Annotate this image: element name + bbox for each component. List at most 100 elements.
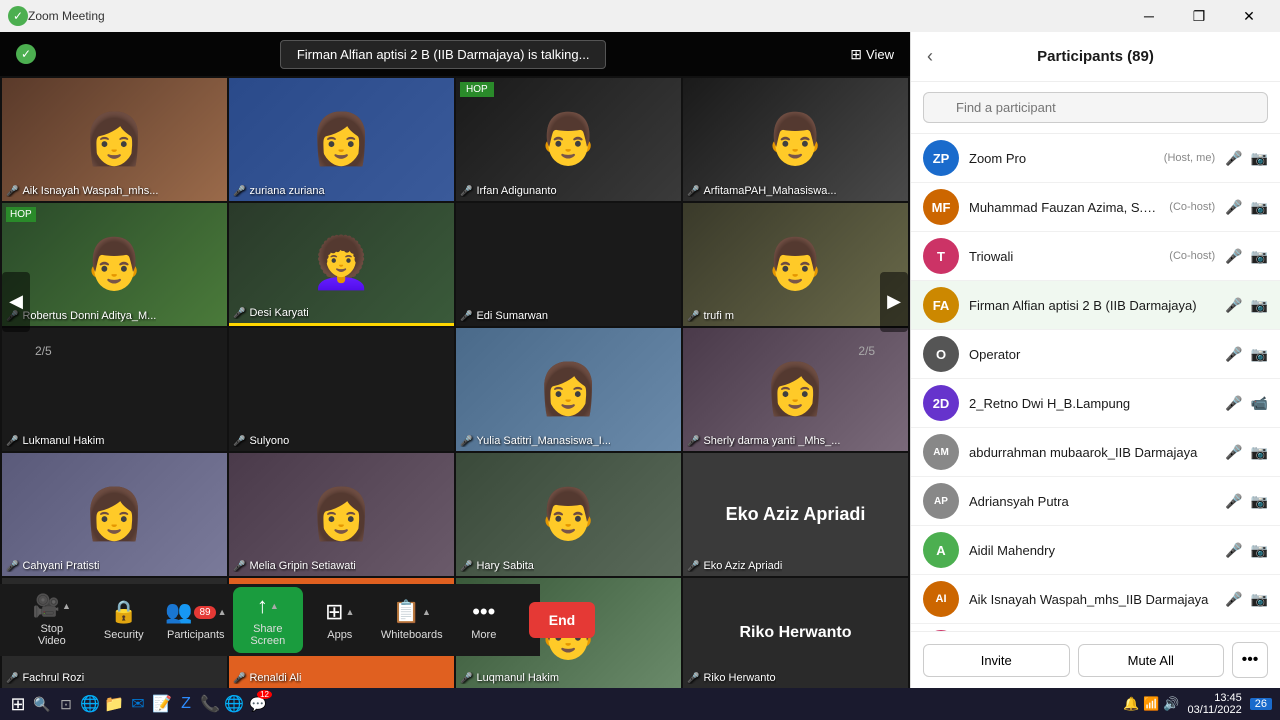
participant-name: Triowali xyxy=(969,249,1159,264)
chrome-icon[interactable]: 🌐 xyxy=(224,694,244,714)
stop-video-button[interactable]: 🎥 ▲ Stop Video xyxy=(17,587,87,653)
taskbar-right: 🔔 📶 🔊 13:45 03/11/2022 26 xyxy=(1123,692,1272,716)
zoom-icon: ✓ xyxy=(8,6,28,26)
video-cell-yulia: 👩 🎤Yulia Satitri_Manasiswa_I... xyxy=(456,328,681,451)
minimize-button[interactable]: ─ xyxy=(1126,0,1172,32)
mic-muted-icon: 🎤 xyxy=(1225,150,1242,167)
video-cell-riko: Riko Herwanto 🎤Riko Herwanto xyxy=(683,578,908,688)
mute-icon: 🎤 xyxy=(233,436,245,447)
notes-icon[interactable]: 📝 xyxy=(152,694,172,714)
taskbar-clock: 13:45 03/11/2022 xyxy=(1188,692,1242,716)
mute-all-button[interactable]: Mute All xyxy=(1078,644,1225,677)
window-controls: ─ ❐ ✕ xyxy=(1126,0,1272,32)
list-item: O Operator 🎤 📷 xyxy=(911,330,1280,379)
share-caret: ▲ xyxy=(270,601,279,611)
more-options-button[interactable]: ••• xyxy=(1232,642,1268,678)
camera-icon: 🎥 xyxy=(33,593,60,619)
taskbar: ⊞ 🔍 ⊡ 🌐 📁 ✉ 📝 Z 📞 🌐 💬12 🔔 📶 🔊 13:45 03/1… xyxy=(0,688,1280,720)
avatar: AM xyxy=(923,434,959,470)
mute-icon: 🎤 xyxy=(460,186,472,197)
prev-page-button[interactable]: ◀ xyxy=(2,272,30,332)
search-input[interactable] xyxy=(923,92,1268,123)
mute-icon: 🎤 xyxy=(460,673,472,684)
mic-muted-icon: 🎤 xyxy=(1225,542,1242,559)
talking-indicator: Firman Alfian aptisi 2 B (IIB Darmajaya)… xyxy=(280,40,607,69)
mic-icon: 🎤 xyxy=(1225,297,1242,314)
volume-icon: 🔊 xyxy=(1163,696,1179,712)
phone-icon[interactable]: 📞 xyxy=(200,694,220,714)
avatar: FA xyxy=(923,287,959,323)
participant-name: abdurrahman mubaarok_IIB Darmajaya xyxy=(969,445,1215,460)
video-grid: 👩 🎤Aik Isnayah Waspah_mhs... 👩 🎤zuriana … xyxy=(0,76,910,578)
edge-icon[interactable]: 🌐 xyxy=(80,694,100,714)
system-tray: 🔔 📶 🔊 xyxy=(1123,696,1180,712)
camera-icon: 📷 xyxy=(1251,346,1268,363)
avatar: 2D xyxy=(923,385,959,421)
participants-button[interactable]: 👥 89 ▲ Participants xyxy=(161,593,231,647)
video-cell-hary: 👨 🎤Hary Sabita xyxy=(456,453,681,576)
view-button[interactable]: ⊞ View xyxy=(850,46,894,63)
video-caret: ▲ xyxy=(62,601,71,611)
mic-icon: 🎤 xyxy=(1225,199,1242,216)
list-item: MF Muhammad Fauzan Azima, S.Ko... (Co-ho… xyxy=(911,183,1280,232)
zoom-taskbar-icon[interactable]: Z xyxy=(176,694,196,714)
search-wrapper: 🔍 xyxy=(923,92,1268,123)
collapse-sidebar-button[interactable]: ‹ xyxy=(927,46,933,67)
mute-icon: 🎤 xyxy=(460,311,472,322)
camera-icon: 📷 xyxy=(1251,297,1268,314)
mail-icon[interactable]: ✉ xyxy=(128,694,148,714)
video-cell-zuriana: 👩 🎤zuriana zuriana xyxy=(229,78,454,201)
next-page-button[interactable]: ▶ xyxy=(880,272,908,332)
search-box: 🔍 xyxy=(911,82,1280,134)
sidebar-header: ‹ Participants (89) xyxy=(911,32,1280,82)
shield-lock-icon: 🔒 xyxy=(110,599,137,625)
avatar: O xyxy=(923,336,959,372)
notification-button[interactable]: 26 xyxy=(1250,698,1272,710)
search-taskbar-button[interactable]: 🔍 xyxy=(32,694,52,714)
whiteboard-icon: 📋 xyxy=(393,599,420,625)
video-cell-melia: 👩 🎤Melia Gripin Setiawati xyxy=(229,453,454,576)
video-cell-desi: 👩‍🦱 🎤Desi Karyati xyxy=(229,203,454,326)
unmute-button[interactable]: 🎤 ▲ Unmute xyxy=(0,593,15,647)
mic-muted-icon: 🎤 xyxy=(1225,444,1242,461)
more-button[interactable]: ••• More xyxy=(449,593,519,647)
share-screen-button[interactable]: ↑ ▲ Share Screen xyxy=(233,587,303,653)
video-cell-sulyono: 🎤Sulyono xyxy=(229,328,454,451)
wifi-icon: 📶 xyxy=(1143,696,1159,712)
whatsapp-icon[interactable]: 💬12 xyxy=(248,694,268,714)
avatar: AP xyxy=(923,483,959,519)
camera-icon: 📷 xyxy=(1251,542,1268,559)
camera-icon: 📷 xyxy=(1251,493,1268,510)
security-button[interactable]: 🔒 Security xyxy=(89,593,159,647)
avatar: AI xyxy=(923,581,959,617)
whiteboards-button[interactable]: 📋 ▲ Whiteboards xyxy=(377,593,447,647)
invite-button[interactable]: Invite xyxy=(923,644,1070,677)
close-button[interactable]: ✕ xyxy=(1226,0,1272,32)
video-area: ✓ Firman Alfian aptisi 2 B (IIB Darmajay… xyxy=(0,32,910,688)
end-button[interactable]: End xyxy=(529,602,595,638)
mute-icon: 🎤 xyxy=(687,673,699,684)
video-cell-aik: 👩 🎤Aik Isnayah Waspah_mhs... xyxy=(2,78,227,201)
network-icon: 🔔 xyxy=(1123,696,1139,712)
apps-button[interactable]: ⊞ ▲ Apps xyxy=(305,593,375,647)
camera-icon: 📷 xyxy=(1251,444,1268,461)
main-container: ✓ Firman Alfian aptisi 2 B (IIB Darmajay… xyxy=(0,32,1280,688)
avatar: T xyxy=(923,238,959,274)
window-title: Zoom Meeting xyxy=(28,9,1126,23)
maximize-button[interactable]: ❐ xyxy=(1176,0,1222,32)
explorer-icon[interactable]: 📁 xyxy=(104,694,124,714)
video-cell-edi: 🎤Edi Sumarwan xyxy=(456,203,681,326)
start-button[interactable]: ⊞ xyxy=(8,694,28,714)
toolbar: 🎤 ▲ Unmute 🎥 ▲ Stop Video 🔒 Security xyxy=(0,584,540,656)
video-cell-cahyani: 👩 🎤Cahyani Pratisti xyxy=(2,453,227,576)
camera-icon: 📷 xyxy=(1251,591,1268,608)
ellipsis-icon: ••• xyxy=(472,599,495,625)
camera-muted-icon: 📹 xyxy=(1251,395,1268,412)
list-item: AI Aik Isnayah Waspah_mhs_IIB Darmajaya … xyxy=(911,575,1280,624)
mute-icon: 🎤 xyxy=(687,311,699,322)
camera-icon: 📷 xyxy=(1251,150,1268,167)
mute-icon: 🎤 xyxy=(460,561,472,572)
taskview-button[interactable]: ⊡ xyxy=(56,694,76,714)
mute-icon: 🎤 xyxy=(6,436,18,447)
mute-icon: 🎤 xyxy=(687,186,699,197)
